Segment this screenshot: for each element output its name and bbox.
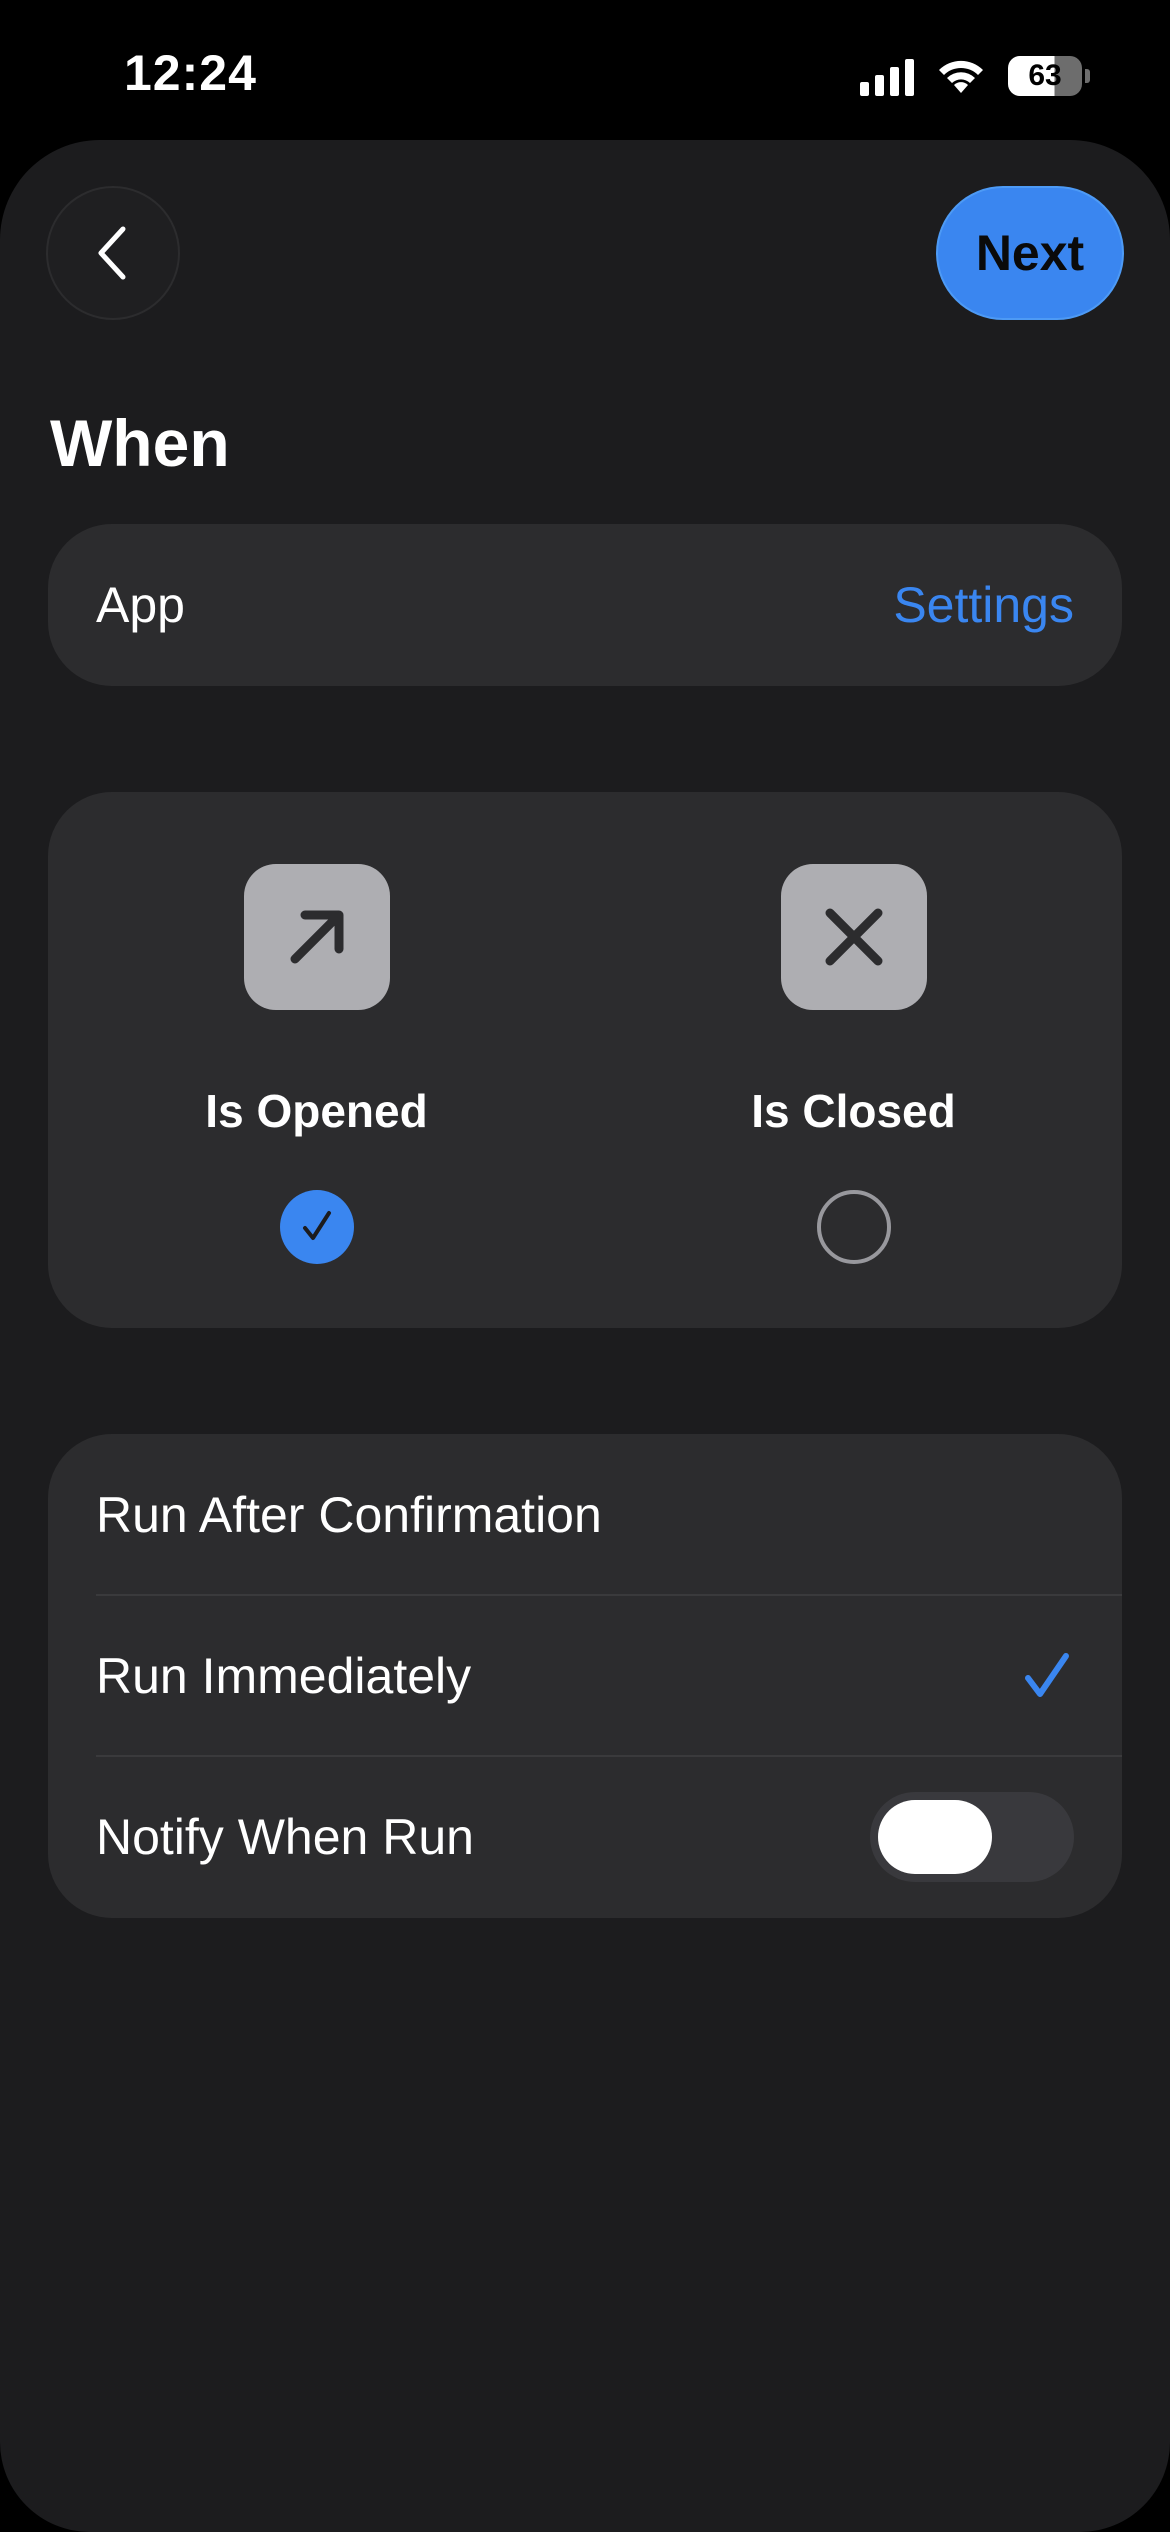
status-bar: 12:24 63 <box>0 0 1170 140</box>
choice-label-opened: Is Opened <box>205 1085 428 1137</box>
toggle-knob <box>878 1799 992 1874</box>
option-run-after-confirmation[interactable]: Run After Confirmation <box>48 1434 1122 1595</box>
battery-level: 63 <box>1028 59 1062 92</box>
section-title: When <box>50 406 230 480</box>
chevron-left-icon <box>98 226 126 280</box>
app-row-label: App <box>96 577 185 633</box>
choice-is-opened[interactable]: Is Opened <box>48 792 585 1328</box>
sheet-background <box>0 140 1170 2532</box>
option-label: Run Immediately <box>96 1647 472 1704</box>
checkmark-icon <box>1025 1652 1069 1697</box>
next-button[interactable]: Next <box>938 188 1122 318</box>
radio-selected[interactable] <box>280 1190 354 1264</box>
trigger-choice-card: Is Opened Is Closed <box>48 792 1122 1328</box>
radio-unselected[interactable] <box>817 1190 891 1264</box>
battery-icon: 63 <box>1008 56 1090 96</box>
choice-is-closed[interactable]: Is Closed <box>585 792 1122 1328</box>
status-icons: 63 <box>860 56 1090 96</box>
arrow-up-right-icon <box>244 864 390 1010</box>
option-notify-when-run: Notify When Run <box>48 1756 1122 1917</box>
option-run-immediately[interactable]: Run Immediately <box>48 1595 1122 1756</box>
run-options-card: Run After Confirmation Run Immediately N… <box>48 1434 1122 1918</box>
app-row-value[interactable]: Settings <box>893 576 1074 634</box>
wifi-icon <box>939 60 983 93</box>
choice-label-closed: Is Closed <box>751 1085 956 1137</box>
app-row[interactable]: App Settings <box>48 524 1122 686</box>
x-mark-icon <box>781 864 927 1010</box>
option-label: Run After Confirmation <box>96 1486 602 1543</box>
option-label: Notify When Run <box>96 1808 474 1865</box>
notify-toggle[interactable] <box>870 1791 1074 1882</box>
back-button[interactable] <box>48 188 178 318</box>
checkmark-icon <box>303 1211 331 1240</box>
signal-icon <box>860 56 914 96</box>
status-time: 12:24 <box>124 45 257 101</box>
